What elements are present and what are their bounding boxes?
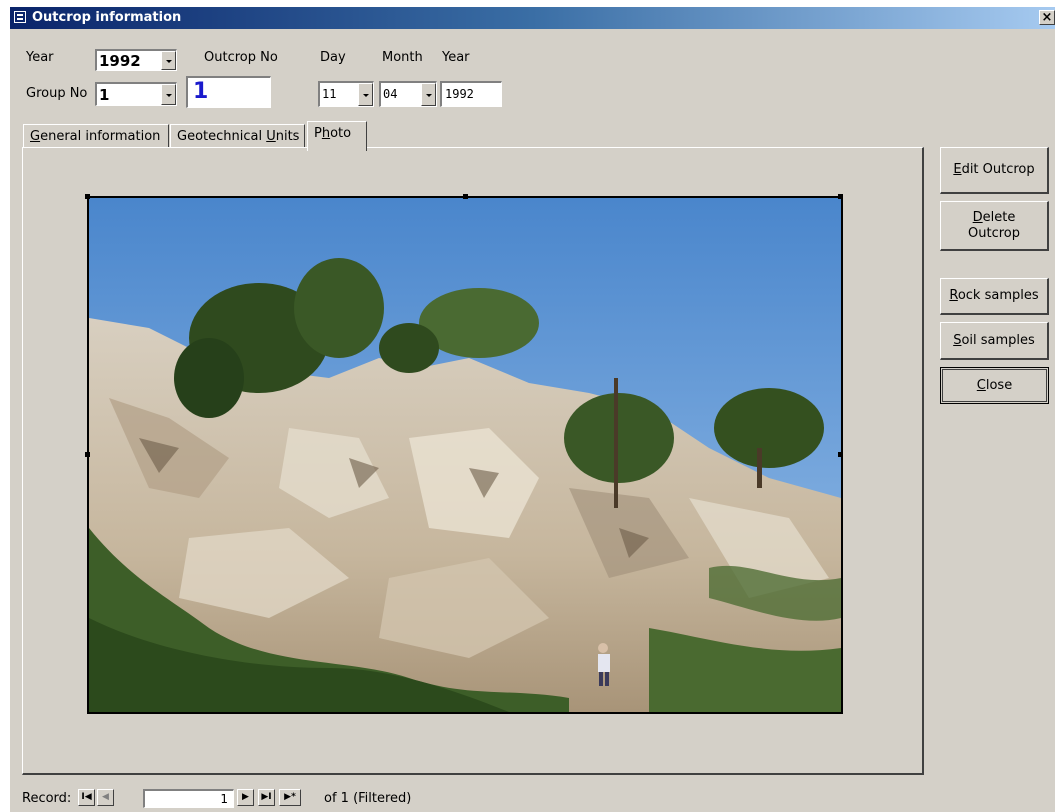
tab-general-label-post: eneral information — [40, 129, 161, 144]
outcrop-no-field[interactable]: 1 — [186, 76, 271, 108]
window-title: Outcrop information — [32, 10, 182, 25]
last-record-icon[interactable]: ▶I — [258, 789, 275, 806]
rock-samples-key: R — [949, 288, 958, 303]
first-record-icon[interactable]: I◀ — [78, 789, 95, 806]
outcrop-no-label: Outcrop No — [204, 50, 278, 65]
year2-label: Year — [442, 50, 470, 65]
tab-photo-label-pre: P — [314, 126, 322, 141]
tab-photo[interactable]: Photo — [307, 121, 367, 151]
record-number-value: 1 — [220, 792, 228, 806]
year-dropdown-arrow-icon[interactable] — [161, 51, 176, 70]
month-value: 04 — [383, 87, 398, 101]
group-no-value: 1 — [99, 86, 110, 104]
outcrop-information-window: Outcrop information × Year 1992 Outcrop … — [10, 7, 1055, 812]
resize-handle-tl[interactable] — [85, 194, 90, 199]
photo-tab-panel — [22, 147, 924, 775]
window-close-button[interactable]: × — [1039, 10, 1055, 25]
group-no-dropdown-arrow-icon[interactable] — [161, 84, 176, 105]
day-dropdown-arrow-icon[interactable] — [358, 83, 373, 106]
month-label: Month — [382, 50, 423, 65]
record-count-text: of 1 (Filtered) — [324, 791, 412, 806]
title-bar: Outcrop information × — [10, 7, 1055, 29]
edit-outcrop-label: dit Outcrop — [961, 162, 1035, 177]
resize-handle-mr[interactable] — [838, 452, 843, 457]
tab-geotech-label-post: nits — [275, 129, 300, 144]
tab-photo-label-post: oto — [330, 126, 352, 141]
record-number-field[interactable]: 1 — [143, 789, 234, 808]
delete-outcrop-key: D — [972, 209, 983, 225]
close-label: lose — [985, 377, 1013, 393]
day-value: 11 — [322, 87, 337, 101]
resize-handle-tr[interactable] — [838, 194, 843, 199]
month-combo[interactable]: 04 — [379, 81, 437, 107]
previous-record-icon[interactable]: ◀ — [97, 789, 114, 806]
outcrop-photo-image — [89, 198, 841, 712]
tab-general-label-key: G — [30, 129, 41, 144]
soil-samples-button[interactable]: Soil samples — [940, 322, 1049, 360]
year-label: Year — [26, 50, 54, 65]
next-record-icon[interactable]: ▶ — [237, 789, 254, 806]
rock-samples-button[interactable]: Rock samples — [940, 278, 1049, 315]
group-no-combo[interactable]: 1 — [95, 82, 177, 106]
record-label: Record: — [22, 791, 72, 806]
edit-outcrop-button[interactable]: Edit Outcrop — [940, 147, 1049, 194]
month-dropdown-arrow-icon[interactable] — [421, 83, 436, 106]
year2-value: 1992 — [445, 87, 474, 101]
group-no-label: Group No — [26, 86, 88, 101]
delete-outcrop-label: elete — [982, 209, 1016, 225]
outcrop-no-value: 1 — [193, 79, 209, 104]
resize-handle-tc[interactable] — [463, 194, 468, 199]
resize-handle-ml[interactable] — [85, 452, 90, 457]
close-key: C — [976, 377, 986, 393]
close-button[interactable]: Close — [940, 367, 1049, 404]
year2-field[interactable]: 1992 — [440, 81, 502, 107]
year-combo[interactable]: 1992 — [95, 49, 177, 71]
soil-samples-label: oil samples — [961, 332, 1035, 348]
delete-outcrop-label-line2: Outcrop — [968, 225, 1020, 241]
tab-general-information[interactable]: General information — [23, 124, 169, 148]
rock-samples-label: ock samples — [957, 288, 1039, 303]
new-record-icon[interactable]: ▶* — [279, 789, 301, 806]
tab-geotechnical-units[interactable]: Geotechnical Units — [170, 124, 305, 148]
delete-outcrop-button[interactable]: Delete Outcrop — [940, 201, 1049, 251]
edit-outcrop-key: E — [953, 162, 962, 177]
form-icon — [14, 11, 26, 23]
year-combo-value: 1992 — [99, 52, 141, 70]
outcrop-photo[interactable] — [87, 196, 843, 714]
tab-geotech-label-key: U — [266, 129, 276, 144]
tab-photo-label-key: h — [321, 126, 331, 141]
tab-geotech-label-pre: Geotechnical — [177, 129, 267, 144]
day-combo[interactable]: 11 — [318, 81, 374, 107]
day-label: Day — [320, 50, 346, 65]
